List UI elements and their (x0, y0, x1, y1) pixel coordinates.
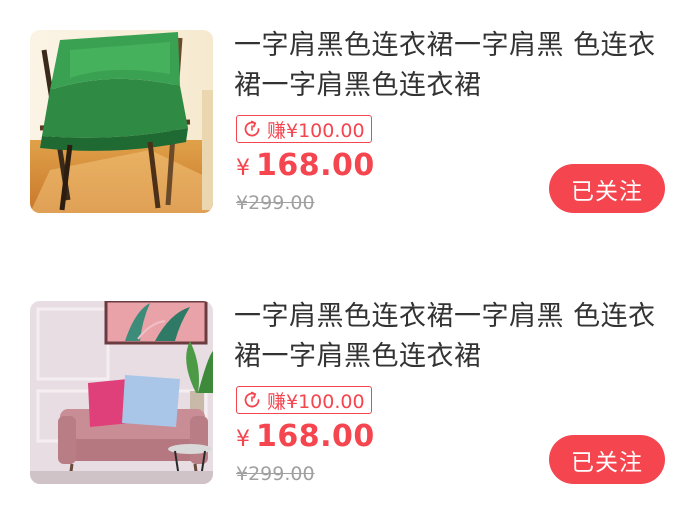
original-price: ¥299.00 (236, 192, 315, 214)
list-item[interactable]: 一字肩黑色连衣裙一字肩黑 色连衣裙一字肩黑色连衣裙 赚¥100.00 ¥ 168… (0, 293, 691, 493)
price-currency: ¥ (236, 156, 250, 181)
product-list: 一字肩黑色连衣裙一字肩黑 色连衣裙一字肩黑色连衣裙 赚¥100.00 ¥ 168… (0, 0, 691, 521)
follow-button[interactable]: 已关注 (549, 164, 665, 213)
price-currency: ¥ (236, 427, 250, 452)
earn-label: 赚¥100.00 (267, 119, 365, 142)
product-title[interactable]: 一字肩黑色连衣裙一字肩黑 色连衣裙一字肩黑色连衣裙 (234, 297, 674, 377)
product-image-pink-sofa[interactable] (30, 301, 213, 484)
price: ¥ 168.00 (236, 419, 375, 454)
list-item[interactable]: 一字肩黑色连衣裙一字肩黑 色连衣裙一字肩黑色连衣裙 赚¥100.00 ¥ 168… (0, 22, 691, 222)
earn-label: 赚¥100.00 (267, 390, 365, 413)
price-value: 168.00 (256, 419, 375, 454)
earn-badge: 赚¥100.00 (236, 386, 372, 414)
product-title[interactable]: 一字肩黑色连衣裙一字肩黑 色连衣裙一字肩黑色连衣裙 (234, 26, 674, 106)
earn-badge: 赚¥100.00 (236, 115, 372, 143)
price-value: 168.00 (256, 148, 375, 183)
follow-button[interactable]: 已关注 (549, 435, 665, 484)
refresh-icon (241, 118, 263, 140)
price: ¥ 168.00 (236, 148, 375, 183)
product-image-green-chair[interactable] (30, 30, 213, 213)
refresh-icon (241, 389, 263, 411)
original-price: ¥299.00 (236, 463, 315, 485)
